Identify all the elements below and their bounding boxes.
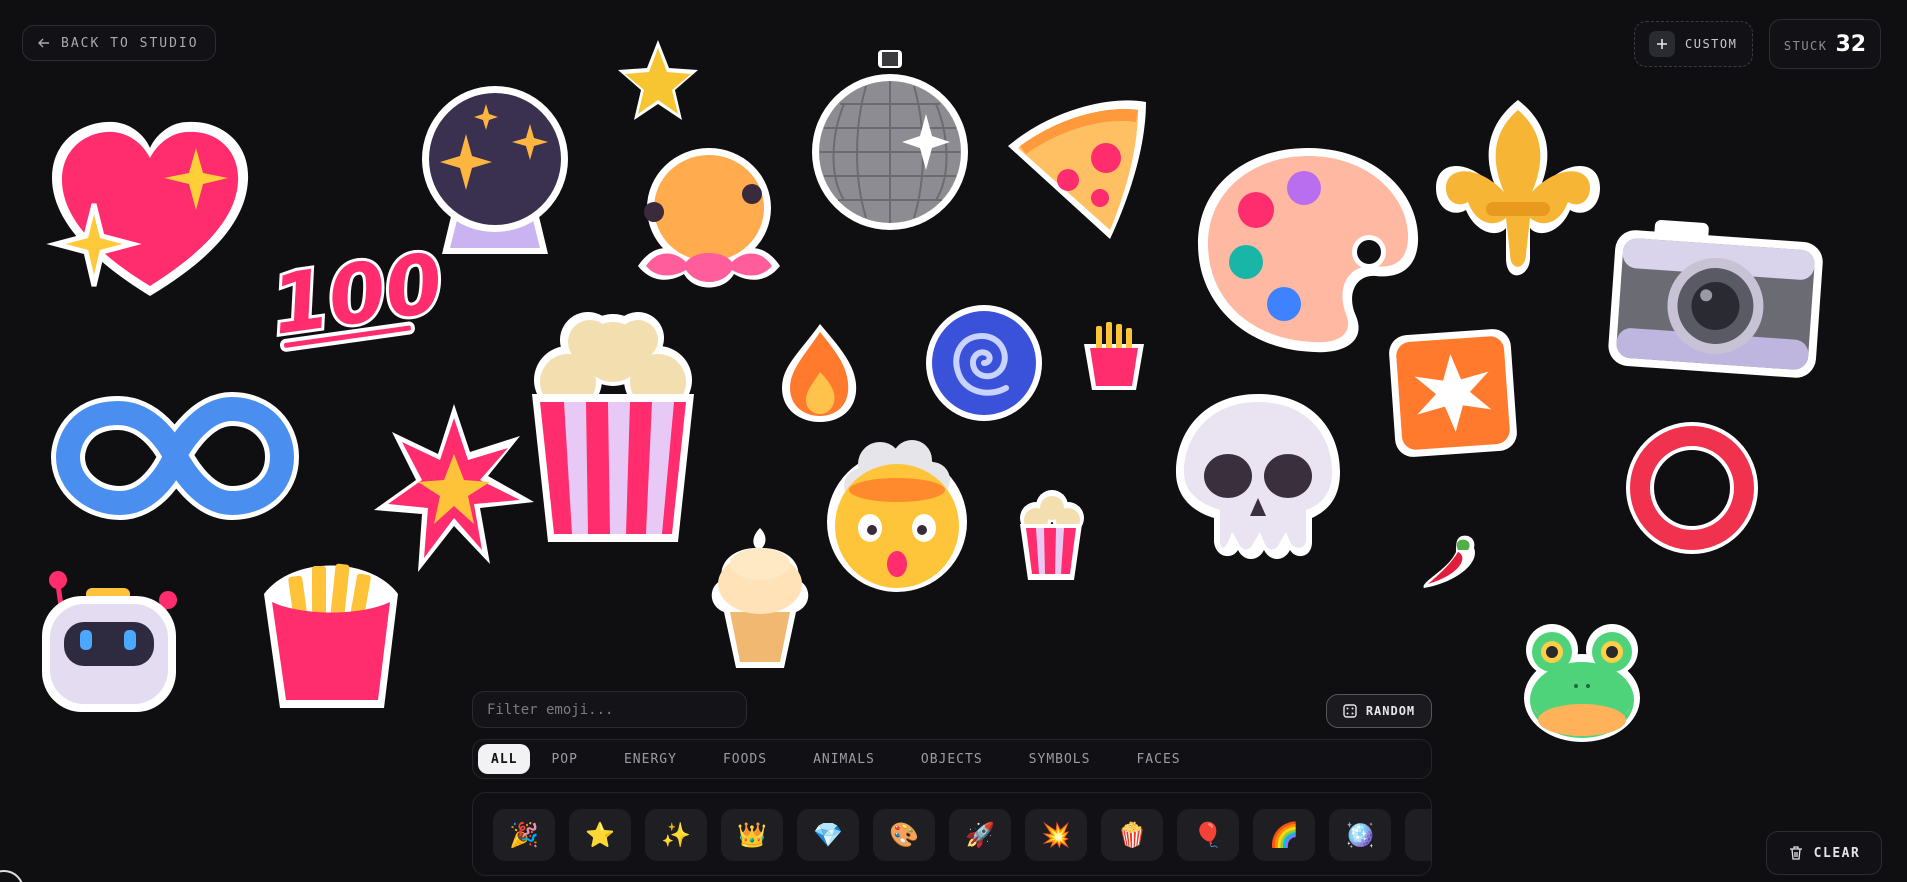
emoji-tile-crown[interactable]: 👑 (721, 809, 783, 861)
star-sticker[interactable] (616, 38, 700, 122)
emoji-tile-rocket[interactable]: 🚀 (949, 809, 1011, 861)
tab-foods[interactable]: FOODS (710, 744, 780, 774)
fries-small-sticker[interactable] (1082, 320, 1146, 392)
emoji-tile-palette[interactable]: 🎨 (873, 809, 935, 861)
emoji-tile-rainbow[interactable]: 🌈 (1253, 809, 1315, 861)
trash-icon (1789, 846, 1802, 860)
fleur-de-lis-sticker[interactable] (1434, 98, 1602, 284)
back-label: BACK TO STUDIO (61, 35, 199, 51)
back-to-studio-button[interactable]: BACK TO STUDIO (22, 25, 216, 61)
corner-decoration (0, 870, 24, 882)
tab-objects[interactable]: OBJECTS (908, 744, 996, 774)
emoji-tile-sparkles[interactable]: ✨ (645, 809, 707, 861)
custom-label: CUSTOM (1685, 37, 1738, 51)
category-tabs: ALL POP ENERGY FOODS ANIMALS OBJECTS SYM… (472, 739, 1432, 779)
frog-sticker[interactable] (1522, 622, 1642, 742)
popcorn-small-sticker[interactable] (1018, 490, 1084, 582)
tab-faces[interactable]: FACES (1123, 744, 1193, 774)
crystal-ball-sticker[interactable] (420, 84, 570, 256)
emoji-tile-gem[interactable]: 💎 (797, 809, 859, 861)
random-label: RANDOM (1365, 704, 1416, 718)
sparkle-square-sticker[interactable] (1386, 326, 1520, 460)
stuck-label: STUCK (1783, 39, 1828, 53)
clear-label: CLEAR (1813, 845, 1861, 861)
random-button[interactable]: RANDOM (1326, 694, 1432, 728)
pizza-sticker[interactable] (1006, 96, 1148, 241)
tab-pop[interactable]: POP (538, 744, 590, 774)
popcorn-big-sticker[interactable] (528, 310, 698, 544)
hundred-sticker[interactable]: 100 (259, 229, 452, 365)
skull-sticker[interactable] (1174, 392, 1342, 562)
emoji-tile-disco-ball[interactable]: 🪩 (1329, 809, 1391, 861)
filter-emoji-input[interactable] (472, 691, 747, 728)
emoji-tray[interactable]: 🎉 ⭐ ✨ 👑 💎 🎨 🚀 💥 🍿 🎈 🌈 🪩 (472, 792, 1432, 876)
emoji-tile-party[interactable]: 🎉 (493, 809, 555, 861)
ring-sticker[interactable] (1626, 422, 1758, 554)
tab-animals[interactable]: ANIMALS (800, 744, 888, 774)
clear-button[interactable]: CLEAR (1766, 831, 1882, 875)
fries-big-sticker[interactable] (262, 554, 400, 710)
octopus-sticker[interactable] (634, 146, 784, 294)
plus-icon (1649, 31, 1675, 57)
emoji-tile-popcorn[interactable]: 🍿 (1101, 809, 1163, 861)
camera-sticker[interactable] (1605, 215, 1827, 381)
spiral-sticker[interactable] (924, 305, 1044, 421)
disco-ball-sticker[interactable] (810, 48, 970, 232)
heart-sticker[interactable] (46, 118, 253, 300)
chili-sticker[interactable] (1418, 532, 1480, 592)
fire-sticker[interactable] (780, 322, 858, 424)
tab-all[interactable]: ALL (478, 744, 531, 774)
dice-icon (1343, 704, 1357, 718)
stuck-count: 32 (1835, 31, 1867, 57)
emoji-tile-star[interactable]: ⭐ (569, 809, 631, 861)
ice-cream-sticker[interactable] (706, 526, 814, 670)
infinity-sticker[interactable] (51, 392, 299, 520)
explosion-sticker[interactable] (372, 402, 536, 574)
mind-blown-sticker[interactable] (822, 440, 972, 592)
emoji-tile-balloon[interactable]: 🎈 (1177, 809, 1239, 861)
custom-sticker-button[interactable]: CUSTOM (1634, 21, 1753, 67)
tab-energy[interactable]: ENERGY (611, 744, 690, 774)
stuck-counter: STUCK 32 (1769, 19, 1881, 69)
arrow-left-icon (38, 38, 49, 48)
tab-symbols[interactable]: SYMBOLS (1016, 744, 1104, 774)
emoji-tile-partial[interactable] (1405, 809, 1431, 861)
emoji-tile-collision[interactable]: 💥 (1025, 809, 1087, 861)
palette-sticker[interactable] (1196, 144, 1420, 354)
robot-sticker[interactable] (38, 570, 180, 714)
